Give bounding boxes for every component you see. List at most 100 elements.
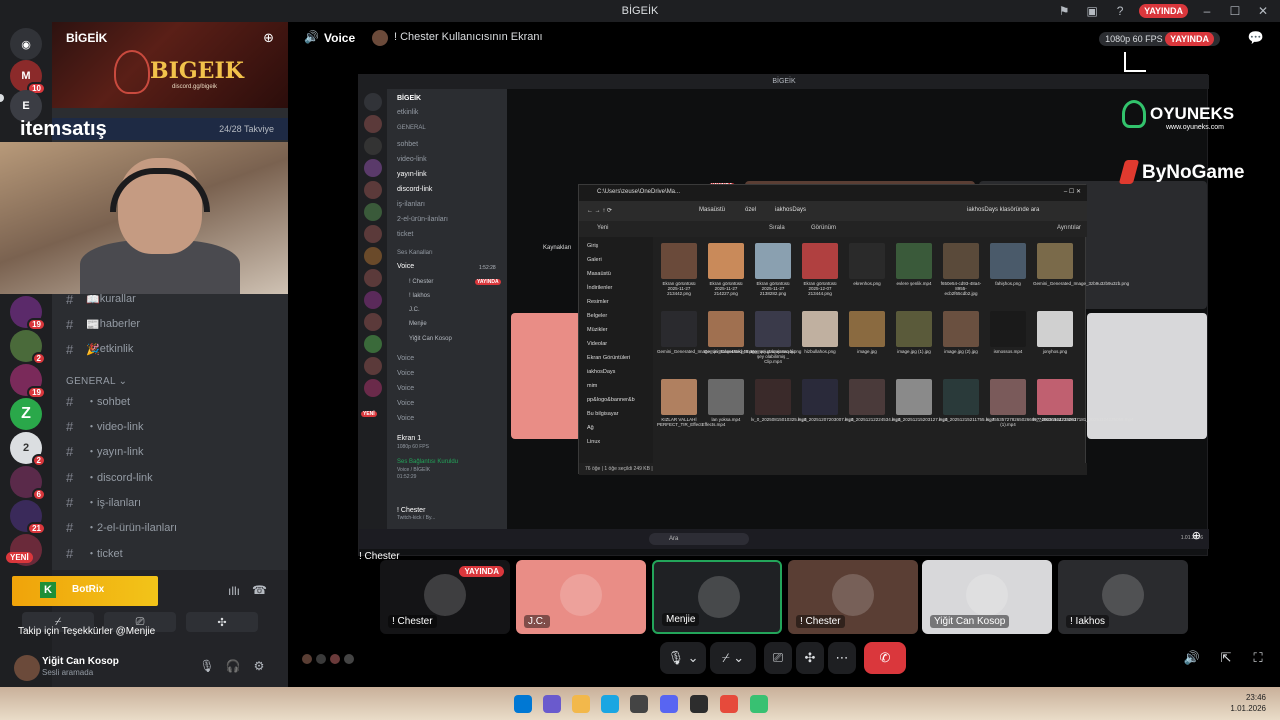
fullscreen-icon[interactable]: ⛶ [1248,650,1268,670]
server-icon[interactable]: M 10 [10,60,46,95]
explorer-nav-item[interactable]: mim [587,383,597,389]
boost-status[interactable]: 24/28 Takviye [219,124,274,134]
avatar[interactable] [342,652,356,666]
server-icon[interactable]: 19 [10,364,46,399]
activities-button[interactable]: ✣ [796,642,824,674]
file-thumbnail[interactable] [849,311,885,347]
file-thumbnail[interactable] [849,243,885,279]
file-explorer-icon[interactable] [572,695,590,713]
file-thumbnail[interactable] [755,311,791,347]
explorer-nav-item[interactable]: Belgeler [587,313,607,319]
channel-discord-link[interactable]: # ・discord-link [66,466,276,488]
file-name[interactable]: lv_7553572782650266897_20251124235051 (1… [986,417,1077,427]
server-icon[interactable]: 2 [10,330,46,365]
leave-call-button[interactable]: ✆ [864,642,906,674]
explorer-nav-item[interactable]: İndirilenler [587,285,612,291]
participant-tile[interactable]: ! Chester YAYINDA [380,560,510,634]
avatar[interactable] [14,655,40,681]
file-thumbnail[interactable] [661,243,697,279]
file-explorer-window[interactable]: C:\Users\zeuse\OneDrive\Ma... – ☐ ✕ ← → … [578,184,1134,475]
avatar[interactable] [314,652,328,666]
file-thumbnail[interactable] [708,311,744,347]
file-thumbnail[interactable] [755,379,791,415]
avatar[interactable] [328,652,342,666]
explorer-nav-item[interactable]: Bu bilgisayar [587,411,619,417]
server-icon[interactable]: Z [10,398,42,430]
help-icon[interactable]: ? [1111,2,1129,20]
zoom-icon[interactable]: ⊕ [1192,529,1201,542]
explorer-nav-item[interactable]: pp&logo&banner&b [587,397,635,403]
maximize-icon[interactable]: ☐ [1226,2,1244,20]
file-name[interactable]: Hemen gelmezsen bir şey olabilirmiş _ Cl… [751,349,795,364]
file-thumbnail[interactable] [990,243,1026,279]
disconnect-icon[interactable]: ☎ [252,583,267,597]
server-icon[interactable]: 6 [10,466,46,501]
file-name[interactable]: lv_0_20251207203007.mp4 [798,417,854,422]
explorer-nav-item[interactable]: Galeri [587,257,602,263]
avatar[interactable] [300,652,314,666]
file-thumbnail[interactable] [1037,243,1073,279]
file-name[interactable]: image.jpg (2).jpg [939,349,983,354]
headphones-icon[interactable]: 🎧 [224,659,242,677]
file-thumbnail[interactable] [896,311,932,347]
channel-video-link[interactable]: # ・video-link [66,415,276,437]
channel-2-el-urun-ilanlari[interactable]: # ・2-el-ürün-ilanları [66,516,276,538]
explorer-tab[interactable]: C:\Users\zeuse\OneDrive\Ma... [597,189,680,195]
file-thumbnail[interactable] [990,379,1026,415]
channel-ticket[interactable]: # ・ticket [66,542,276,564]
file-thumbnail[interactable] [802,243,838,279]
file-thumbnail[interactable] [990,311,1026,347]
file-thumbnail[interactable] [943,379,979,415]
channel-is-ilanlari[interactable]: # ・iş-ilanları [66,491,276,513]
soundboard-icon[interactable]: ıllı [228,584,240,598]
volume-icon[interactable]: 🔊 [1182,650,1202,670]
file-name[interactable]: lv_7496369622332837181_20251124235058.mp… [1033,417,1134,422]
mic-icon[interactable]: 🎙 [198,659,216,677]
explorer-nav-item[interactable]: Ağ [587,425,594,431]
file-name[interactable]: Gemini_Generated_Image_3zb9u3zb9u3zb.png [1033,281,1129,286]
file-thumbnail[interactable] [849,379,885,415]
system-clock[interactable]: 23:46 1.01.2026 [1230,692,1266,714]
file-name[interactable]: Gemini_Generated_Image_qn48olqn48oky48.p… [657,349,757,354]
file-name[interactable]: Ekran görüntüsü 2025-11-27 214227.png [704,281,748,296]
file-name[interactable]: lan yoksa.mp4 [704,417,748,422]
file-name[interactable]: Gemini_Generated_Image_qoju4aqoju4aqoj.p… [704,349,801,354]
server-banner[interactable]: BİGEİK ⊕ BIGEIK discord.gg/bigeik [52,22,288,108]
file-name[interactable]: lv_0_20250815010325.mp4 [751,417,807,422]
app-icon[interactable] [630,695,648,713]
server-name[interactable]: BİGEİK [66,31,107,45]
file-name[interactable]: lv_0_20251215203127.mp4 [892,417,948,422]
participant-tile[interactable]: J.C. [516,560,646,634]
settings-gear-icon[interactable]: ⚙ [250,659,268,677]
activities-button[interactable]: ✣ [186,612,258,632]
explorer-nav-item[interactable]: Linux [587,439,600,445]
file-thumbnail[interactable] [755,243,791,279]
file-name[interactable]: jonyhos.png [1033,349,1077,354]
flag-icon[interactable]: ⚑ [1055,2,1073,20]
file-name[interactable]: KIZLAR VALLAHİ PERFECT_TIR_EffectEffects… [657,417,725,427]
file-name[interactable]: ismossos.mp4 [986,349,1030,354]
file-thumbnail[interactable] [661,311,697,347]
discord-icon[interactable] [660,695,678,713]
participant-tile[interactable]: Menjie [652,560,782,634]
file-name[interactable]: hizbullahos.png [798,349,842,354]
explorer-nav-item[interactable]: Müzikler [587,327,607,333]
camera-toggle-button[interactable]: ⌿ ⌄ [710,642,756,674]
user-name[interactable]: Yiğit Can Kosop [42,656,119,667]
copilot-icon[interactable] [543,695,561,713]
minimize-icon[interactable]: – [1198,2,1216,20]
file-name[interactable]: lv_0_20251212224534.mp4 [845,417,901,422]
channel-yayin-link[interactable]: # ・yayın-link [66,440,276,462]
explorer-nav-item[interactable]: Giriş [587,243,598,249]
file-thumbnail[interactable] [708,243,744,279]
file-thumbnail[interactable] [896,243,932,279]
file-name[interactable]: Ekran görüntüsü 2025-12-07 213444.png [798,281,842,296]
file-thumbnail[interactable] [1037,379,1073,415]
explorer-nav-item[interactable]: iakhosDays [587,369,615,375]
add-member-icon[interactable]: ⊕ [263,30,274,46]
file-thumbnail[interactable] [896,379,932,415]
explorer-nav-item[interactable]: Masaüstü [587,271,611,277]
stream-quality[interactable]: 1080p 60 FPS YAYINDA [1099,32,1220,46]
explorer-nav-item[interactable]: Ekran Görüntüleri [587,355,630,361]
server-icon[interactable]: 19 [10,296,46,331]
